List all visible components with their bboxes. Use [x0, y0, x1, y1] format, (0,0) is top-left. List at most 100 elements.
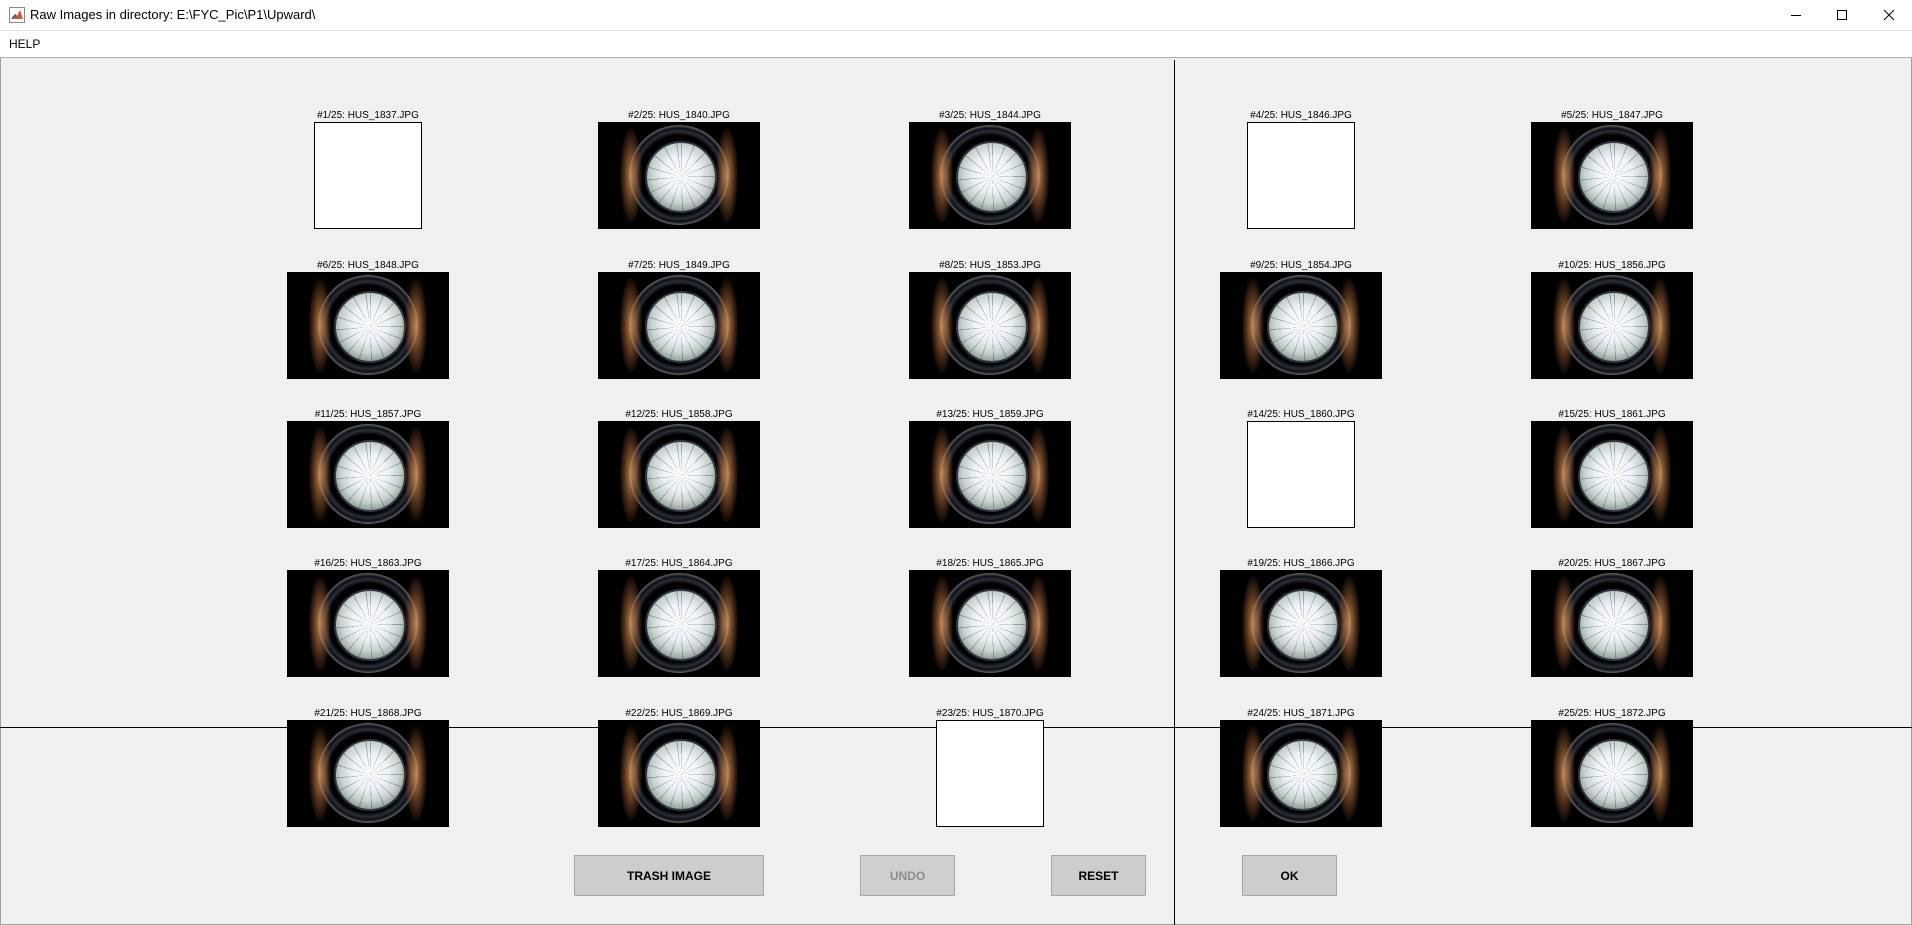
- lens-rim-glare: [716, 576, 738, 671]
- lens-rim-glare: [1553, 576, 1575, 671]
- lens-rim-glare: [1338, 278, 1360, 373]
- tree-trunks: [956, 291, 1028, 363]
- image-tile[interactable]: #21/25: HUS_1868.JPG: [287, 708, 449, 827]
- tree-trunks: [1578, 141, 1650, 213]
- image-label: #12/25: HUS_1858.JPG: [625, 409, 733, 420]
- lens-rim-glare: [405, 726, 427, 821]
- lens-rim-glare: [405, 427, 427, 522]
- image-tile[interactable]: #3/25: HUS_1844.JPG: [909, 110, 1071, 229]
- image-label: #25/25: HUS_1872.JPG: [1558, 708, 1666, 719]
- lens-rim-glare: [309, 427, 331, 522]
- fisheye-image-thumbnail[interactable]: [1220, 272, 1382, 379]
- fisheye-image-thumbnail[interactable]: [1531, 570, 1693, 677]
- lens-rim-glare: [405, 278, 427, 373]
- tree-trunks: [1578, 440, 1650, 512]
- tree-trunks: [334, 589, 406, 661]
- ok-button[interactable]: OK: [1242, 855, 1337, 896]
- lens-rim-glare: [1027, 278, 1049, 373]
- lens-rim-glare: [1553, 278, 1575, 373]
- image-label: #13/25: HUS_1859.JPG: [936, 409, 1044, 420]
- lens-rim-glare: [1242, 278, 1264, 373]
- image-tile[interactable]: #4/25: HUS_1846.JPG: [1220, 110, 1382, 229]
- lens-rim-glare: [405, 576, 427, 671]
- image-label: #23/25: HUS_1870.JPG: [936, 708, 1044, 719]
- trashed-image-placeholder[interactable]: [1247, 421, 1355, 528]
- fisheye-image-thumbnail[interactable]: [287, 720, 449, 827]
- reset-button[interactable]: RESET: [1051, 855, 1146, 896]
- lens-rim-glare: [1649, 278, 1671, 373]
- image-tile[interactable]: #12/25: HUS_1858.JPG: [598, 409, 760, 528]
- image-tile[interactable]: #6/25: HUS_1848.JPG: [287, 260, 449, 379]
- trashed-image-placeholder[interactable]: [314, 122, 422, 229]
- image-label: #19/25: HUS_1866.JPG: [1247, 558, 1355, 569]
- trash-image-button[interactable]: TRASH IMAGE: [574, 855, 764, 896]
- fisheye-image-thumbnail[interactable]: [909, 272, 1071, 379]
- fisheye-image-thumbnail[interactable]: [1531, 272, 1693, 379]
- fisheye-image-thumbnail[interactable]: [1220, 570, 1382, 677]
- fisheye-image-thumbnail[interactable]: [287, 421, 449, 528]
- fisheye-image-thumbnail[interactable]: [598, 272, 760, 379]
- menu-help[interactable]: HELP: [9, 37, 40, 51]
- image-tile[interactable]: #8/25: HUS_1853.JPG: [909, 260, 1071, 379]
- image-tile[interactable]: #15/25: HUS_1861.JPG: [1531, 409, 1693, 528]
- image-tile[interactable]: #11/25: HUS_1857.JPG: [287, 409, 449, 528]
- fisheye-image-thumbnail[interactable]: [1531, 122, 1693, 229]
- image-tile[interactable]: #9/25: HUS_1854.JPG: [1220, 260, 1382, 379]
- image-tile[interactable]: #22/25: HUS_1869.JPG: [598, 708, 760, 827]
- fisheye-image-thumbnail[interactable]: [1531, 720, 1693, 827]
- minimize-icon: [1791, 15, 1801, 16]
- image-tile[interactable]: #24/25: HUS_1871.JPG: [1220, 708, 1382, 827]
- image-label: #7/25: HUS_1849.JPG: [628, 260, 730, 271]
- image-label: #11/25: HUS_1857.JPG: [314, 409, 422, 420]
- minimize-button[interactable]: [1773, 0, 1819, 30]
- image-tile[interactable]: #1/25: HUS_1837.JPG: [287, 110, 449, 229]
- image-tile[interactable]: #14/25: HUS_1860.JPG: [1220, 409, 1382, 528]
- fisheye-image-thumbnail[interactable]: [598, 570, 760, 677]
- image-label: #2/25: HUS_1840.JPG: [628, 110, 730, 121]
- tree-trunks: [1578, 291, 1650, 363]
- fisheye-image-thumbnail[interactable]: [598, 720, 760, 827]
- image-tile[interactable]: #19/25: HUS_1866.JPG: [1220, 558, 1382, 677]
- lens-rim-glare: [716, 128, 738, 223]
- lens-rim-glare: [1027, 576, 1049, 671]
- window-title: Raw Images in directory: E:\FYC_Pic\P1\U…: [30, 7, 316, 22]
- image-tile[interactable]: #16/25: HUS_1863.JPG: [287, 558, 449, 677]
- lens-rim-glare: [1338, 726, 1360, 821]
- image-tile[interactable]: #10/25: HUS_1856.JPG: [1531, 260, 1693, 379]
- lens-rim-glare: [309, 726, 331, 821]
- fisheye-image-thumbnail[interactable]: [909, 570, 1071, 677]
- tree-trunks: [645, 589, 717, 661]
- fisheye-image-thumbnail[interactable]: [598, 421, 760, 528]
- trashed-image-placeholder[interactable]: [936, 720, 1044, 827]
- fisheye-image-thumbnail[interactable]: [909, 122, 1071, 229]
- image-tile[interactable]: #2/25: HUS_1840.JPG: [598, 110, 760, 229]
- tree-trunks: [1578, 739, 1650, 811]
- lens-rim-glare: [620, 427, 642, 522]
- lens-rim-glare: [931, 278, 953, 373]
- fisheye-image-thumbnail[interactable]: [598, 122, 760, 229]
- image-tile[interactable]: #20/25: HUS_1867.JPG: [1531, 558, 1693, 677]
- fisheye-image-thumbnail[interactable]: [287, 570, 449, 677]
- fisheye-image-thumbnail[interactable]: [909, 421, 1071, 528]
- image-label: #18/25: HUS_1865.JPG: [936, 558, 1044, 569]
- lens-rim-glare: [1649, 726, 1671, 821]
- image-tile[interactable]: #18/25: HUS_1865.JPG: [909, 558, 1071, 677]
- lens-rim-glare: [1242, 726, 1264, 821]
- image-tile[interactable]: #17/25: HUS_1864.JPG: [598, 558, 760, 677]
- image-tile[interactable]: #23/25: HUS_1870.JPG: [909, 708, 1071, 827]
- fisheye-image-thumbnail[interactable]: [287, 272, 449, 379]
- image-tile[interactable]: #13/25: HUS_1859.JPG: [909, 409, 1071, 528]
- image-tile[interactable]: #7/25: HUS_1849.JPG: [598, 260, 760, 379]
- image-label: #17/25: HUS_1864.JPG: [625, 558, 733, 569]
- lens-rim-glare: [1649, 576, 1671, 671]
- image-tile[interactable]: #5/25: HUS_1847.JPG: [1531, 110, 1693, 229]
- fisheye-image-thumbnail[interactable]: [1220, 720, 1382, 827]
- close-button[interactable]: [1866, 0, 1912, 30]
- maximize-button[interactable]: [1819, 0, 1865, 30]
- fisheye-image-thumbnail[interactable]: [1531, 421, 1693, 528]
- maximize-icon: [1837, 10, 1847, 20]
- image-tile[interactable]: #25/25: HUS_1872.JPG: [1531, 708, 1693, 827]
- trashed-image-placeholder[interactable]: [1247, 122, 1355, 229]
- lens-rim-glare: [1027, 427, 1049, 522]
- lens-rim-glare: [309, 576, 331, 671]
